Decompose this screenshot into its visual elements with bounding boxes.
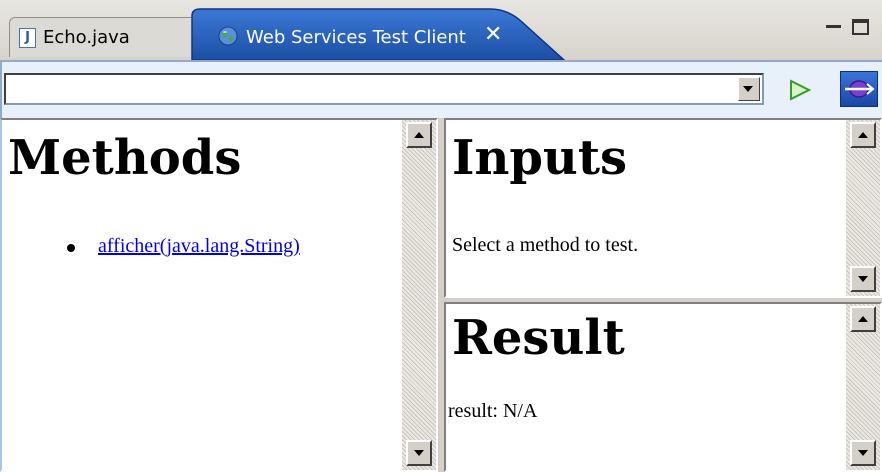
scroll-down-button[interactable] [406, 440, 432, 466]
arrow-up-icon [858, 132, 868, 138]
methods-scrollbar[interactable] [402, 120, 436, 470]
arrow-up-icon [858, 316, 868, 322]
list-bullet [67, 244, 75, 252]
maximize-icon[interactable] [852, 19, 869, 35]
scroll-down-button[interactable] [850, 266, 876, 292]
arrow-down-icon [858, 450, 868, 456]
address-input[interactable] [10, 77, 734, 103]
inputs-title: Inputs [452, 130, 628, 186]
address-dropdown-button[interactable] [738, 77, 760, 101]
test-client-frameset: Methods afficher(java.lang.String) Input… [0, 118, 882, 472]
tab-echo-java-label[interactable]: Echo.java [43, 27, 130, 48]
scroll-up-button[interactable] [850, 122, 876, 148]
arrow-down-icon [858, 276, 868, 282]
methods-title: Methods [8, 130, 242, 186]
chevron-down-icon [743, 86, 753, 92]
methods-frame: Methods afficher(java.lang.String) [0, 118, 438, 472]
globe-icon [218, 26, 238, 46]
play-icon[interactable] [788, 79, 812, 101]
scroll-up-button[interactable] [406, 122, 432, 148]
inputs-frame: Inputs Select a method to test. [444, 118, 882, 298]
editor-tab-bar: J Echo.java Web Services Test Client ✕ [0, 0, 882, 60]
browser-toolbar [0, 60, 882, 118]
wsdl-page-button[interactable] [840, 71, 878, 107]
address-combo[interactable] [4, 73, 764, 105]
tab-web-services-label[interactable]: Web Services Test Client [246, 27, 466, 48]
inputs-scrollbar[interactable] [846, 120, 880, 296]
arrow-up-icon [414, 132, 424, 138]
wsdl-page-icon [845, 80, 875, 98]
java-file-icon: J [19, 28, 36, 48]
minimize-icon[interactable] [826, 25, 841, 28]
result-text: result: N/A [448, 400, 538, 422]
method-list-item: afficher(java.lang.String) [98, 235, 300, 258]
result-title: Result [452, 310, 625, 366]
arrow-down-icon [414, 450, 424, 456]
close-tab-icon[interactable]: ✕ [484, 22, 502, 47]
inputs-message: Select a method to test. [452, 234, 639, 256]
method-link-afficher[interactable]: afficher(java.lang.String) [98, 235, 300, 257]
result-frame: Result result: N/A [444, 302, 882, 472]
scroll-down-button[interactable] [850, 440, 876, 466]
result-scrollbar[interactable] [846, 304, 880, 470]
scroll-up-button[interactable] [850, 306, 876, 332]
